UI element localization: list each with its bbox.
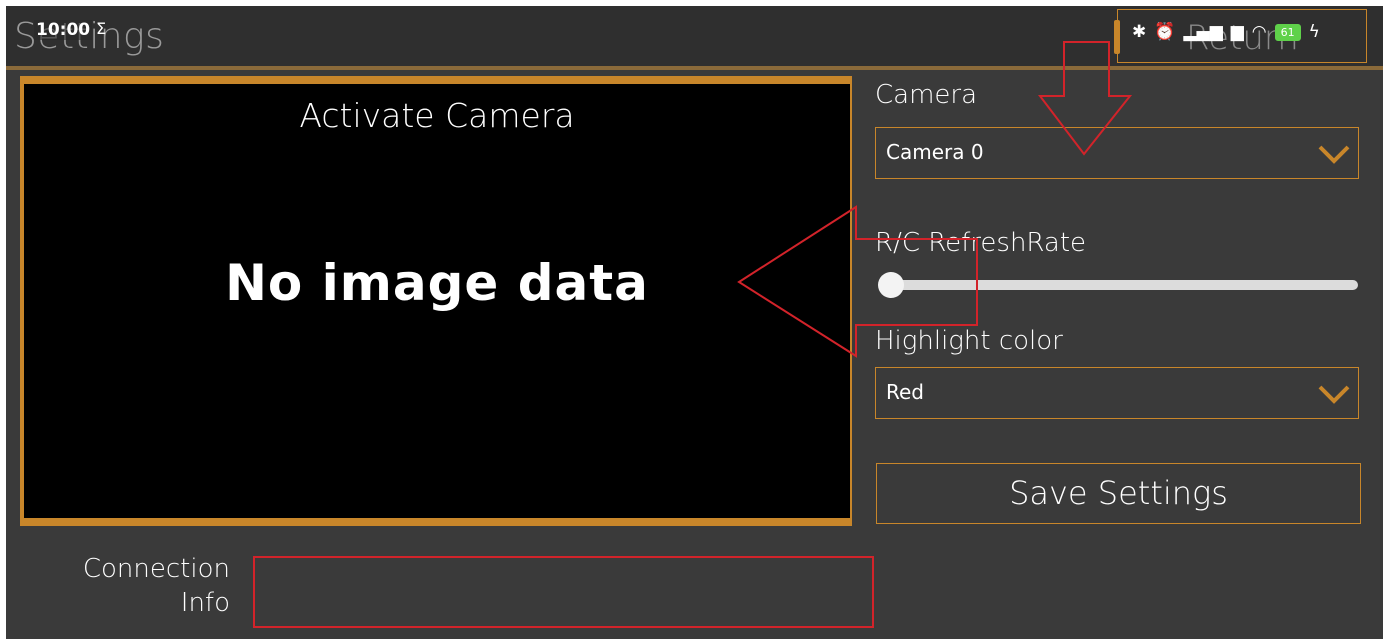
down-arrow-annotation [1037, 41, 1133, 156]
left-arrow-annotation [737, 205, 978, 358]
app-screen: Settings 10:00 Σ Return ✱ ⏰ ▂▄▆ ▆ ◠ 61 ϟ… [6, 6, 1383, 639]
annotation-overlay [737, 41, 1133, 358]
